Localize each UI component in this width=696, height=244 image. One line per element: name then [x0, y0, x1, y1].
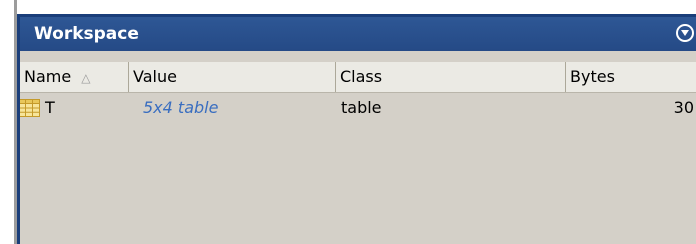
chevron-down-circle-icon[interactable]	[676, 24, 694, 42]
column-header-value-label: Value	[133, 67, 177, 86]
workspace-titlebar[interactable]: Workspace	[20, 17, 696, 51]
column-header-name-label: Name	[24, 67, 72, 86]
column-header-bytes[interactable]: Bytes	[566, 62, 696, 92]
column-header-class[interactable]: Class	[336, 62, 566, 92]
column-header-value[interactable]: Value	[129, 62, 336, 92]
column-header-row: Name △ Value Class Bytes	[20, 62, 696, 93]
variable-class: table	[341, 98, 382, 117]
sort-ascending-icon: △	[81, 71, 91, 85]
workspace-panel: Workspace Name △ Value Class Bytes T 5x4…	[17, 14, 696, 244]
workspace-title: Workspace	[34, 24, 139, 44]
variable-name-cell[interactable]: T	[20, 95, 129, 121]
table-variable-icon	[20, 99, 40, 117]
column-header-bytes-label: Bytes	[570, 67, 615, 86]
column-header-name[interactable]: Name △	[20, 62, 129, 92]
variable-value-link[interactable]: 5x4 table	[129, 95, 336, 121]
variable-name: T	[45, 98, 55, 117]
variable-bytes: 30	[673, 98, 694, 117]
table-row[interactable]: T 5x4 table table 30	[20, 95, 696, 121]
column-header-class-label: Class	[340, 67, 383, 86]
